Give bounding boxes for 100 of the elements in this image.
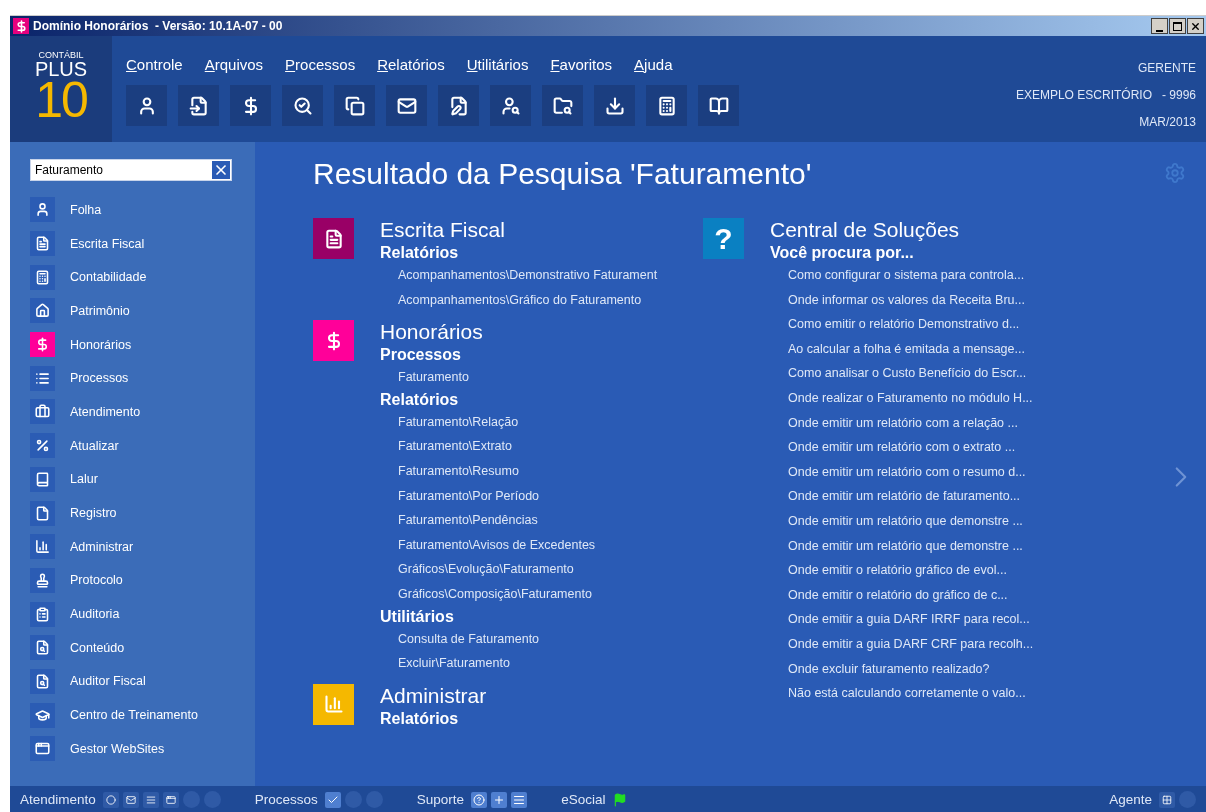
solution-link[interactable]: Onde emitir um relatório que demonstre ...: [770, 508, 1034, 534]
menu-item[interactable]: Favoritos: [550, 56, 613, 73]
result-link[interactable]: Faturamento\Avisos de Excedentes: [380, 532, 596, 558]
sidebar-item[interactable]: Honorários: [70, 337, 132, 352]
toolbar-button[interactable]: [334, 85, 375, 126]
solution-link[interactable]: Onde emitir o relatório do gráfico de c...: [770, 582, 1034, 608]
sidebar-item[interactable]: Registro: [70, 506, 117, 521]
solution-link[interactable]: Onde emitir um relatório que demonstre ...: [770, 533, 1034, 559]
result-link[interactable]: Acompanhamentos\Demonstrativo Faturament: [380, 263, 658, 288]
sidebar-item[interactable]: Folha: [70, 202, 102, 217]
menu-item[interactable]: Ajuda: [634, 56, 673, 73]
help-icon[interactable]: [471, 791, 488, 808]
sidebar-item[interactable]: Escrita Fiscal: [70, 236, 145, 251]
sidebar-item[interactable]: Centro de Treinamento: [70, 708, 198, 723]
solution-link[interactable]: Onde emitir a guia DARF IRRF para recol...: [770, 607, 1034, 632]
result-link[interactable]: Faturamento\Resumo: [380, 458, 596, 484]
toolbar-button[interactable]: [230, 85, 271, 126]
clear-button[interactable]: [211, 160, 231, 180]
sidebar-item[interactable]: Administrar: [70, 539, 134, 554]
close-button[interactable]: [1187, 18, 1204, 34]
solution-link[interactable]: Onde emitir o relatório gráfico de evol...: [770, 558, 1034, 583]
status-label[interactable]: Processos: [254, 792, 318, 807]
solution-link[interactable]: Como configurar o sistema para controla...: [770, 263, 1034, 288]
sidebar-item[interactable]: Patrimônio: [70, 303, 130, 318]
result-link[interactable]: Faturamento\Pendências: [380, 508, 596, 533]
solution-link[interactable]: Onde realizar o Faturamento no módulo H...: [770, 385, 1034, 411]
toolbar-button[interactable]: [386, 85, 427, 126]
sidebar-item[interactable]: Atualizar: [70, 438, 119, 453]
list-icon[interactable]: [511, 791, 528, 808]
status-label[interactable]: eSocial: [561, 792, 606, 807]
result-link[interactable]: Gráficos\Composição\Faturamento: [380, 581, 596, 607]
toolbar-button[interactable]: [178, 85, 219, 126]
window-icon[interactable]: [162, 791, 179, 808]
user-icon[interactable]: [30, 197, 55, 223]
sidebar-item[interactable]: Auditoria: [70, 607, 120, 622]
solution-link[interactable]: Onde informar os valores da Receita Bru...: [770, 287, 1034, 313]
document-icon[interactable]: [30, 500, 55, 526]
sidebar-item[interactable]: Atendimento: [70, 404, 141, 419]
solution-link[interactable]: Ao calcular a folha é emitada a mensage...: [770, 336, 1034, 362]
solution-link[interactable]: Não está calculando corretamente o valo...: [770, 681, 1034, 706]
document-icon[interactable]: [30, 231, 55, 257]
sidebar-item[interactable]: Gestor WebSites: [70, 741, 165, 756]
clipboard-icon[interactable]: [30, 601, 55, 627]
menu-item[interactable]: Relatórios: [377, 56, 445, 73]
book-icon[interactable]: [30, 466, 55, 492]
dollar-icon[interactable]: [30, 332, 55, 358]
solution-link[interactable]: Onde emitir um relatório com a relação ...: [770, 410, 1034, 436]
solution-link[interactable]: Onde emitir um relatório de faturamento...: [770, 484, 1034, 509]
sidebar-item[interactable]: Processos: [70, 371, 129, 386]
toolbar-button[interactable]: [646, 85, 687, 126]
sidebar-item[interactable]: Protocolo: [70, 573, 123, 588]
minimize-button[interactable]: [1151, 18, 1168, 34]
result-link[interactable]: Faturamento\Extrato: [380, 434, 596, 459]
result-link[interactable]: Excluir\Faturamento: [380, 651, 596, 676]
result-link[interactable]: Faturamento: [380, 365, 596, 390]
grid-icon[interactable]: [1159, 791, 1175, 808]
toolbar-button[interactable]: [594, 85, 635, 126]
toolbar-button[interactable]: [698, 85, 739, 126]
toolbar-button[interactable]: [490, 85, 531, 126]
house-icon[interactable]: [30, 298, 55, 324]
status-label[interactable]: Atendimento: [20, 792, 96, 807]
calculator-icon[interactable]: [30, 264, 55, 290]
toolbar-button[interactable]: [126, 85, 167, 126]
result-link[interactable]: Faturamento\Relação: [380, 409, 596, 435]
stamp-icon[interactable]: [30, 567, 55, 593]
sidebar-item[interactable]: Contabilidade: [70, 270, 147, 285]
solution-link[interactable]: Como analisar o Custo Benefício do Escr...: [770, 361, 1034, 386]
sidebar-item[interactable]: Auditor Fiscal: [70, 674, 146, 689]
percent-icon[interactable]: [30, 433, 55, 459]
result-link[interactable]: Consulta de Faturamento: [380, 626, 596, 652]
solution-link[interactable]: Onde emitir um relatório com o extrato ...: [770, 435, 1034, 460]
result-link[interactable]: Acompanhamentos\Gráfico do Faturamento: [380, 287, 658, 313]
list-icon[interactable]: [142, 791, 159, 808]
result-link[interactable]: Faturamento\Por Período: [380, 483, 596, 509]
document-search-icon[interactable]: [30, 668, 55, 694]
menu-item[interactable]: Utilitários: [466, 56, 529, 73]
maximize-button[interactable]: [1169, 18, 1186, 34]
menu-item[interactable]: Arquivos: [204, 56, 264, 73]
bar-chart-icon[interactable]: [30, 534, 55, 560]
solution-link[interactable]: Como emitir o relatório Demonstrativo d...: [770, 312, 1034, 337]
graduation-cap-icon[interactable]: [30, 702, 55, 728]
toolbar-button[interactable]: [282, 85, 323, 126]
window-icon[interactable]: [30, 736, 55, 762]
menu-item[interactable]: Controle: [126, 56, 183, 73]
sidebar-item[interactable]: Lalur: [70, 472, 98, 487]
status-label[interactable]: Agente: [1109, 792, 1152, 807]
toolbar-button[interactable]: [542, 85, 583, 126]
menu-item[interactable]: Processos: [285, 56, 356, 73]
search-field[interactable]: Faturamento: [30, 159, 232, 181]
solution-link[interactable]: Onde excluir faturamento realizado?: [770, 656, 1034, 682]
status-label[interactable]: Suporte: [416, 792, 465, 807]
toolbar-button[interactable]: [438, 85, 479, 126]
sidebar-item[interactable]: Conteúdo: [70, 640, 125, 655]
plus-icon[interactable]: [491, 791, 508, 808]
document-search-icon[interactable]: [30, 635, 55, 661]
list-icon[interactable]: [30, 365, 55, 391]
check-icon[interactable]: [324, 791, 341, 808]
result-link[interactable]: Gráficos\Evolução\Faturamento: [380, 557, 596, 582]
briefcase-icon[interactable]: [30, 399, 55, 425]
solution-link[interactable]: Onde emitir a guia DARF CRF para recolh...: [770, 631, 1034, 657]
